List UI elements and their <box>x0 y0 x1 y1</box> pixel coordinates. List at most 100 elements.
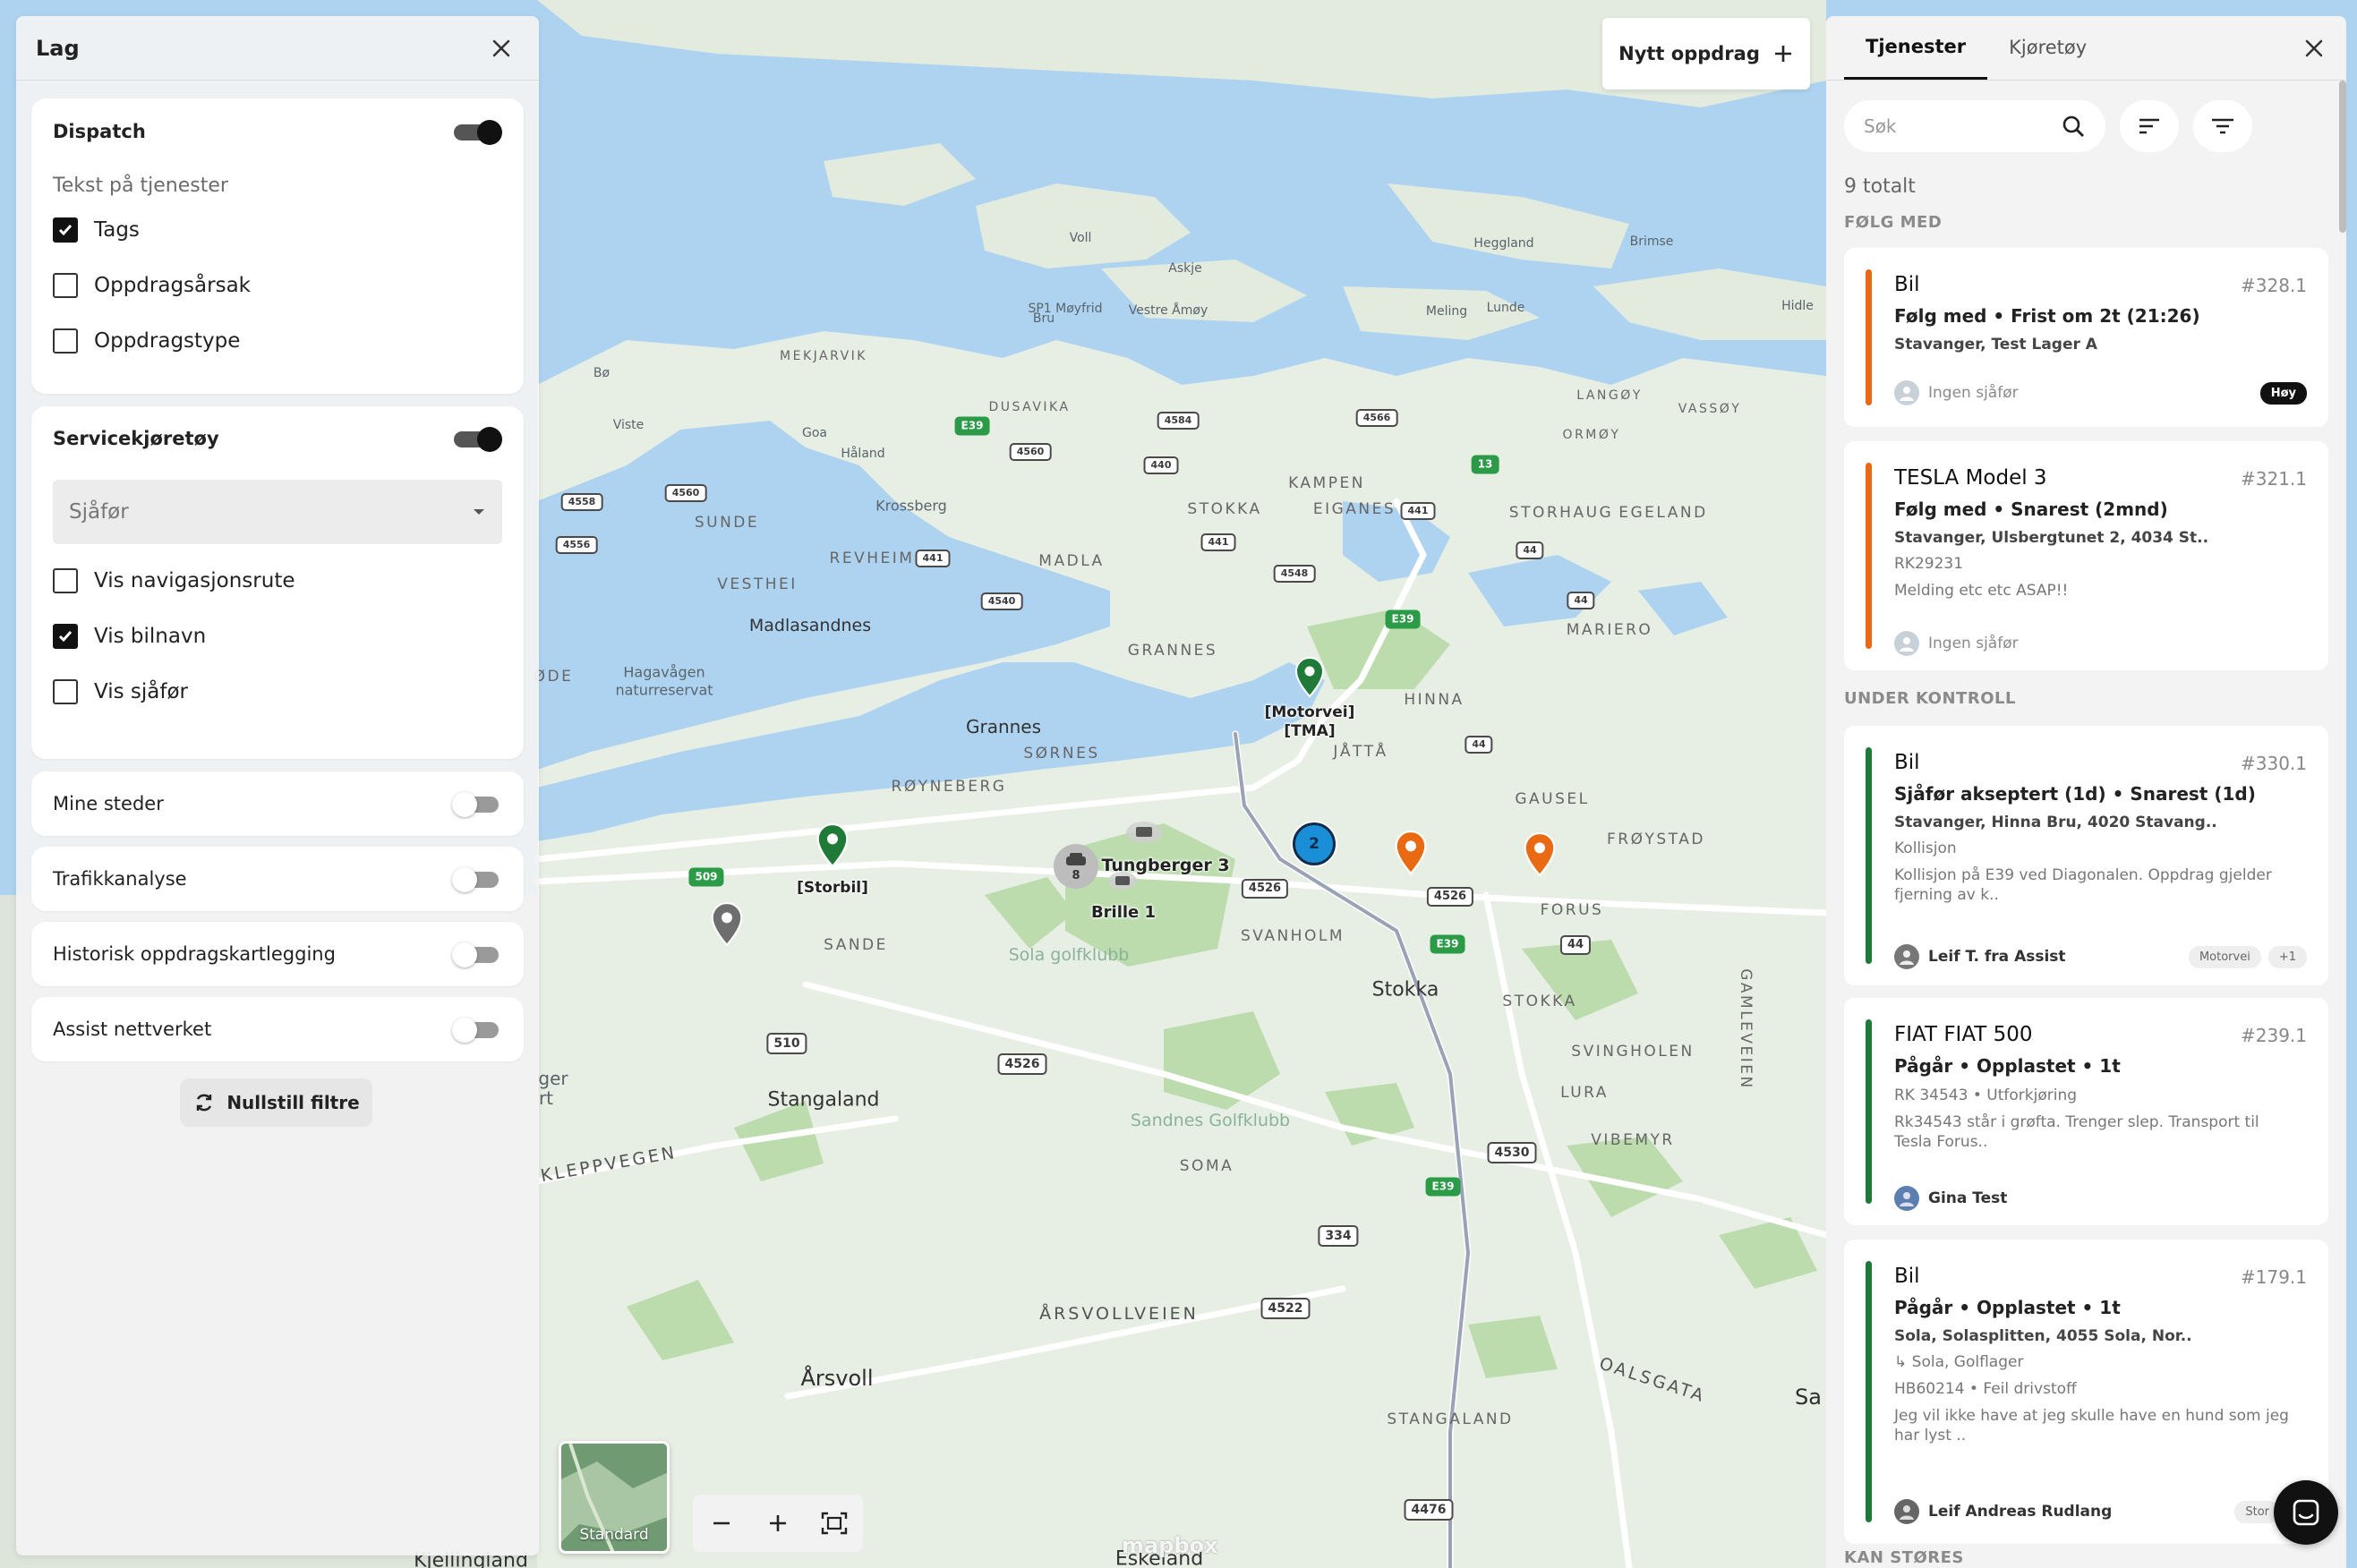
road-shield: 4548 <box>1273 565 1316 583</box>
vehicle-group-count: 8 <box>1072 868 1080 882</box>
filter-button[interactable] <box>2193 100 2252 152</box>
layers-panel-title: Lag <box>36 35 80 61</box>
job-card[interactable]: TESLA Model 3 #321.1 Følg med • Snarest … <box>1844 441 2328 670</box>
search-input[interactable]: Søk <box>1844 100 2105 152</box>
search-placeholder: Søk <box>1864 115 1897 137</box>
job-driver: Leif T. fra Assist <box>1894 944 2066 969</box>
vehicle-group-marker[interactable]: 8 <box>1054 844 1098 889</box>
chat-button[interactable] <box>2274 1480 2338 1545</box>
road-shield: 334 <box>1318 1225 1359 1247</box>
group-heading-can-disturb: KAN STØRES <box>1844 1548 1964 1567</box>
road-shield: 4566 <box>1355 409 1398 427</box>
road-shield: 441 <box>915 550 951 567</box>
map-style-switcher[interactable]: Standard <box>559 1441 670 1554</box>
zoom-in-button[interactable] <box>760 1505 796 1541</box>
job-priority-stripe <box>1866 1261 1872 1522</box>
map-district-label: FRØYSTAD <box>1607 831 1705 848</box>
tow-truck-icon[interactable] <box>1124 819 1164 846</box>
my-places-toggle[interactable] <box>452 791 502 817</box>
nav-route-checkbox-label: Vis navigasjonsrute <box>94 569 295 592</box>
reason-checkbox-row[interactable]: Oppdragsårsak <box>31 258 524 313</box>
map-place-label: Askje <box>1168 261 1202 276</box>
driver-checkbox-row[interactable]: Vis sjåfør <box>31 664 524 720</box>
driver-checkbox[interactable] <box>53 679 78 704</box>
sort-button[interactable] <box>2120 100 2179 152</box>
car-name-checkbox-row[interactable]: Vis bilnavn <box>31 609 524 664</box>
jobs-panel: Tjenester Kjøretøy Søk 9 totalt FØLG MED… <box>1826 16 2346 1568</box>
map-street-label: GAMLEVEIEN <box>1737 968 1755 1090</box>
job-detail-line: Rk34543 står i grøfta. Trenger slep. Tra… <box>1894 1113 2259 1151</box>
zoom-out-button[interactable] <box>704 1505 739 1541</box>
road-shield: 440 <box>1143 456 1179 474</box>
service-vehicles-toggle[interactable] <box>452 426 502 452</box>
tab-vehicles[interactable]: Kjøretøy <box>1987 16 2108 80</box>
map-district-label: RØYNEBERG <box>891 778 1007 796</box>
reset-filters-button[interactable]: Nullstill filtre <box>180 1078 372 1127</box>
group-heading-follow: FØLG MED <box>1844 213 1943 232</box>
service-vehicles-title: Servicekjøretøy <box>53 428 219 449</box>
map-pin-green[interactable] <box>1294 657 1325 698</box>
close-layers-button[interactable] <box>483 30 519 66</box>
map-marker-label: [Motorvei] [TMA] <box>1264 703 1355 740</box>
zoom-controls <box>693 1495 863 1552</box>
map-pin-orange[interactable] <box>1523 832 1557 877</box>
map-place-label: Stangaland <box>767 1088 880 1112</box>
fit-bounds-button[interactable] <box>816 1505 852 1541</box>
map-pin-green[interactable] <box>816 823 850 868</box>
tow-truck-icon[interactable] <box>1106 869 1139 892</box>
search-row: Søk <box>1826 81 2346 152</box>
road-shield: E39 <box>1430 934 1465 954</box>
dispatch-toggle[interactable] <box>452 119 502 145</box>
tags-checkbox[interactable] <box>53 217 78 243</box>
historic-mapping-toggle[interactable] <box>452 942 502 967</box>
plus-icon <box>769 1515 786 1531</box>
type-checkbox[interactable] <box>53 328 78 354</box>
map-district-label: EIGANES <box>1312 500 1396 518</box>
map-marker-label: [Storbil] <box>797 879 868 897</box>
map-district-label: SØRNES <box>1023 745 1100 763</box>
new-job-button[interactable]: Nytt oppdrag <box>1602 18 1810 89</box>
map-district-label: MADLA <box>1038 552 1105 570</box>
avatar <box>1894 1499 1919 1524</box>
jobs-scrollbar[interactable] <box>2339 81 2346 233</box>
close-jobs-panel-button[interactable] <box>2296 30 2332 66</box>
road-shield: 510 <box>766 1033 807 1054</box>
job-card[interactable]: Bil #330.1 Sjåfør akseptert (1d) • Snare… <box>1844 726 2328 985</box>
job-driver-name: Leif T. fra Assist <box>1928 948 2066 966</box>
user-icon <box>1900 950 1914 965</box>
job-card[interactable]: Bil #328.1 Følg med • Frist om 2t (21:26… <box>1844 248 2328 427</box>
map-cluster-badge[interactable]: 2 <box>1293 822 1336 865</box>
driver-select[interactable]: Sjåfør <box>53 480 502 544</box>
map-place-label: Grannes <box>965 716 1042 737</box>
traffic-analysis-toggle[interactable] <box>452 866 502 892</box>
tags-checkbox-row[interactable]: Tags <box>31 202 524 258</box>
driver-checkbox-label: Vis sjåfør <box>94 680 189 703</box>
plus-icon <box>1774 46 1791 62</box>
car-name-checkbox[interactable] <box>53 624 78 649</box>
map-pin-orange[interactable] <box>1394 831 1428 875</box>
type-checkbox-row[interactable]: Oppdragstype <box>31 313 524 369</box>
chevron-down-icon <box>474 509 484 515</box>
user-icon <box>1900 1505 1914 1520</box>
nav-route-checkbox[interactable] <box>53 568 78 593</box>
check-icon <box>58 631 73 643</box>
job-card[interactable]: Bil #179.1 Pågår • Opplastet • 1t Sola, … <box>1844 1240 2328 1544</box>
assist-network-toggle[interactable] <box>452 1017 502 1043</box>
layers-panel: Lag Dispatch Tekst på tjenester Tags Opp… <box>16 16 539 1555</box>
job-card[interactable]: FIAT FIAT 500 #239.1 Pågår • Opplastet •… <box>1844 998 2328 1225</box>
reason-checkbox-label: Oppdragsårsak <box>94 274 251 297</box>
map-district-label: VASSØY <box>1678 402 1742 416</box>
assist-network-title: Assist nettverket <box>53 1018 212 1040</box>
map-district-label: ØDE <box>533 668 574 686</box>
nav-route-checkbox-row[interactable]: Vis navigasjonsrute <box>31 553 524 609</box>
map-pin-gray[interactable] <box>710 902 744 947</box>
fit-screen-icon <box>822 1512 848 1535</box>
map-style-label: Standard <box>579 1526 649 1544</box>
driver-select-value: Sjåfør <box>69 500 129 524</box>
reason-checkbox[interactable] <box>53 273 78 298</box>
map-district-label: GAUSEL <box>1515 790 1590 808</box>
user-icon <box>1900 1192 1914 1206</box>
job-priority-stripe <box>1866 269 1872 405</box>
road-shield: 4476 <box>1404 1499 1454 1521</box>
tab-services[interactable]: Tjenester <box>1844 16 1988 80</box>
